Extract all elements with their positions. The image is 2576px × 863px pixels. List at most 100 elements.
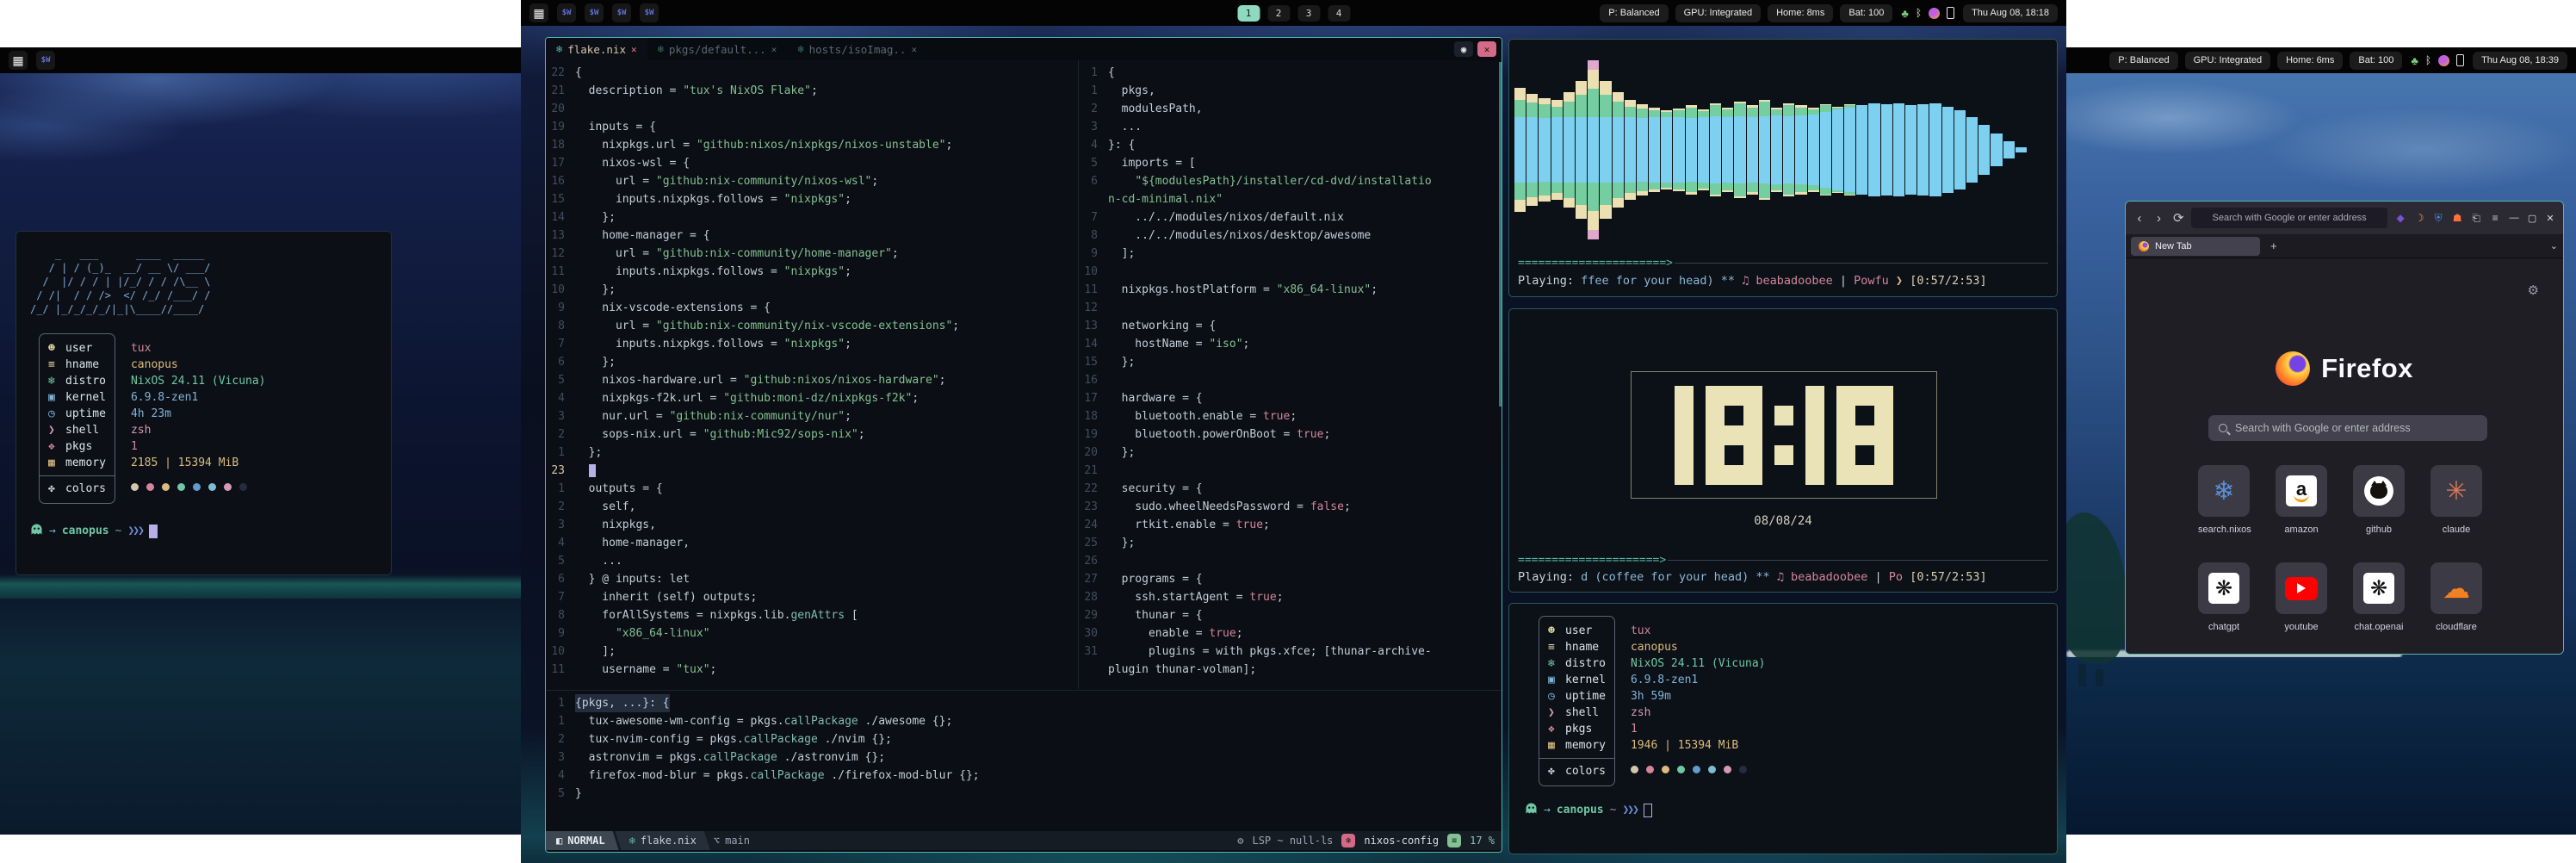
gradient-circle-icon[interactable] bbox=[1929, 8, 1940, 19]
shell-prompt[interactable]: →canopus~❯❯❯ bbox=[1509, 802, 2057, 818]
extension-fox-icon[interactable]: ☗ bbox=[2450, 212, 2464, 225]
line-number: 13 bbox=[546, 227, 575, 245]
clock-segment bbox=[1805, 386, 1824, 406]
clock-segment bbox=[1774, 406, 1793, 425]
back-button[interactable]: ‹ bbox=[2133, 211, 2146, 226]
terminal-fastfetch-left[interactable]: _ ___ ____ _____ / | / (_)_ __/ __ \/ __… bbox=[15, 231, 392, 575]
token: ; bbox=[811, 84, 818, 97]
code-line: 8 forAllSystems = nixpkgs.lib.genAttrs [ bbox=[546, 606, 1078, 624]
gpu-pill[interactable]: GPU: Integrated bbox=[1675, 4, 1762, 22]
personalize-gear-icon[interactable]: ⚙ bbox=[2528, 282, 2539, 298]
extension-purple-icon[interactable]: ◆ bbox=[2393, 212, 2407, 225]
editor-tab-hosts-isoImag-[interactable]: ❄hosts/isoImag..✕ bbox=[787, 38, 927, 60]
power-profile-pill[interactable]: P: Balanced bbox=[1600, 4, 1668, 22]
tag-badge[interactable]: $W bbox=[585, 3, 604, 22]
editor-tab-flake-nix[interactable]: ❄flake.nix✕ bbox=[546, 38, 647, 60]
tag-badge[interactable]: $W bbox=[557, 3, 576, 22]
token: ; bbox=[939, 374, 946, 387]
battery-pill[interactable]: Bat: 100 bbox=[2350, 52, 2402, 70]
toggle-button[interactable]: ◉ bbox=[1454, 41, 1473, 57]
tag-badge[interactable]: $W bbox=[640, 3, 659, 22]
nvim-pane-pkgs[interactable]: 1{pkgs, ...}: {1 tux-awesome-wm-config =… bbox=[546, 690, 1502, 833]
tag-badge[interactable]: $W bbox=[612, 3, 631, 22]
firefox-window[interactable]: ‹ › ⟳ Search with Google or enter addres… bbox=[2125, 201, 2564, 655]
shortcut-tile-chat-openai[interactable]: ❋chat.openai bbox=[2353, 562, 2405, 632]
line-number: 5 bbox=[1079, 154, 1108, 172]
extension-orange-icon[interactable]: ☽ bbox=[2412, 212, 2426, 225]
shortcut-tile-cloudflare[interactable]: ☁cloudflare bbox=[2430, 562, 2482, 632]
ping-pill[interactable]: Home: 8ms bbox=[1768, 4, 1833, 22]
close-window-button[interactable]: ✕ bbox=[1477, 41, 1496, 57]
tab-list-chevron[interactable]: ⌄ bbox=[2550, 240, 2558, 251]
launcher-button[interactable]: ▦ bbox=[9, 51, 28, 70]
tab-close-icon[interactable]: ✕ bbox=[631, 44, 637, 55]
shortcut-tile-search-nixos[interactable]: ❄search.nixos bbox=[2198, 465, 2250, 535]
tab-close-icon[interactable]: ✕ bbox=[911, 44, 917, 55]
workspace-2[interactable]: 2 bbox=[1267, 5, 1290, 22]
minimize-button[interactable]: — bbox=[2508, 213, 2520, 223]
newtab-search-input[interactable]: Search with Google or enter address bbox=[2208, 415, 2487, 441]
maximize-button[interactable]: ▢ bbox=[2526, 213, 2538, 224]
launcher-button[interactable]: ▦ bbox=[529, 3, 548, 22]
code-text: home-manager, bbox=[575, 534, 690, 552]
workspace-4[interactable]: 4 bbox=[1328, 5, 1350, 22]
close-button[interactable]: ✕ bbox=[2544, 213, 2556, 224]
shortcut-tile-youtube[interactable]: youtube bbox=[2276, 562, 2327, 632]
code-line: 6 "${modulesPath}/installer/cd-dvd/insta… bbox=[1079, 172, 1502, 190]
token: ../../modules/nixos/desktop/awesome bbox=[1108, 229, 1371, 242]
workspace-3[interactable]: 3 bbox=[1297, 5, 1320, 22]
code-line: 11 username = "tux"; bbox=[546, 661, 1078, 679]
bitwarden-icon[interactable]: ⛨ bbox=[2431, 212, 2445, 225]
neovim-window[interactable]: ❄flake.nix✕❄pkgs/default...✕❄hosts/isoIm… bbox=[545, 37, 1502, 853]
shortcut-tile-amazon[interactable]: aamazon bbox=[2276, 465, 2327, 535]
workspace-1[interactable]: 1 bbox=[1237, 5, 1260, 22]
clock-segment bbox=[1725, 445, 1743, 465]
phone-icon[interactable] bbox=[2456, 54, 2464, 66]
bluetooth-icon[interactable]: ᛒ bbox=[2425, 54, 2431, 66]
tree-icon[interactable]: ♣ bbox=[1901, 7, 1909, 20]
shortcut-tile-github[interactable]: github bbox=[2353, 465, 2405, 535]
shell-prompt[interactable]: →canopus~❯❯❯ bbox=[16, 523, 391, 539]
token: nixpkgs.hostPlatform = bbox=[1108, 283, 1277, 296]
url-bar[interactable]: Search with Google or enter address bbox=[2191, 208, 2387, 228]
github-icon bbox=[2353, 465, 2405, 517]
code-line: 2 modulesPath, bbox=[1079, 100, 1502, 118]
gpu-pill[interactable]: GPU: Integrated bbox=[2185, 52, 2271, 70]
gradient-circle-icon[interactable] bbox=[2438, 55, 2449, 66]
sidebar-icon[interactable]: ⎗ bbox=[2469, 212, 2483, 225]
power-profile-pill[interactable]: P: Balanced bbox=[2109, 52, 2177, 70]
bluetooth-icon[interactable]: ᛒ bbox=[1916, 7, 1922, 19]
ping-pill[interactable]: Home: 6ms bbox=[2277, 52, 2343, 70]
tree-icon[interactable]: ♣ bbox=[2411, 54, 2418, 67]
token: } bbox=[575, 787, 582, 800]
tab-new-tab[interactable]: New Tab bbox=[2131, 237, 2260, 256]
token: true bbox=[1297, 428, 1323, 441]
reload-button[interactable]: ⟳ bbox=[2171, 210, 2185, 226]
forward-button[interactable]: › bbox=[2152, 211, 2166, 226]
terminal-fastfetch-right[interactable]: ☻user≡hname❄distro▣kernel◷uptime❯shell❖p… bbox=[1508, 603, 2058, 854]
token: ; bbox=[1236, 627, 1243, 640]
terminal-clock[interactable]: 08/08/24 =====================> Playing:… bbox=[1508, 308, 2058, 593]
terminal-cava[interactable]: ======================> Playing: ffee fo… bbox=[1508, 39, 2058, 297]
nixos-snowflake-icon: ❄ bbox=[2213, 476, 2234, 506]
new-tab-button[interactable]: + bbox=[2270, 239, 2277, 252]
clock-segment bbox=[1874, 465, 1893, 485]
phone-icon[interactable] bbox=[1947, 7, 1954, 19]
clock-segment bbox=[1706, 386, 1725, 406]
battery-pill[interactable]: Bat: 100 bbox=[1840, 4, 1892, 22]
shortcut-tile-claude[interactable]: ✳claude bbox=[2430, 465, 2482, 535]
shortcut-tile-chatgpt[interactable]: ❋chatgpt bbox=[2198, 562, 2250, 632]
fetch-value: zsh bbox=[131, 422, 266, 438]
nvim-pane-flake[interactable]: 22{21 description = "tux's NixOS Flake";… bbox=[546, 60, 1079, 689]
menu-icon[interactable]: ≡ bbox=[2488, 212, 2502, 225]
fetch-value: canopus bbox=[131, 357, 266, 373]
topbar-right-monitor: P: Balanced GPU: Integrated Home: 6ms Ba… bbox=[2066, 47, 2576, 73]
nvim-pane-iso[interactable]: 1{1 pkgs,2 modulesPath,3 ...4}: {5 impor… bbox=[1079, 60, 1502, 689]
nvim-scrollbar[interactable] bbox=[1499, 62, 1502, 407]
clock-segment bbox=[1874, 406, 1893, 425]
editor-tab-pkgs-default-[interactable]: ❄pkgs/default...✕ bbox=[647, 38, 788, 60]
clock-pill[interactable]: Thu Aug 08, 18:18 bbox=[1963, 4, 2058, 22]
tab-close-icon[interactable]: ✕ bbox=[771, 44, 777, 55]
tag-badge[interactable]: $W bbox=[36, 51, 55, 70]
clock-pill[interactable]: Thu Aug 08, 18:39 bbox=[2473, 52, 2567, 70]
